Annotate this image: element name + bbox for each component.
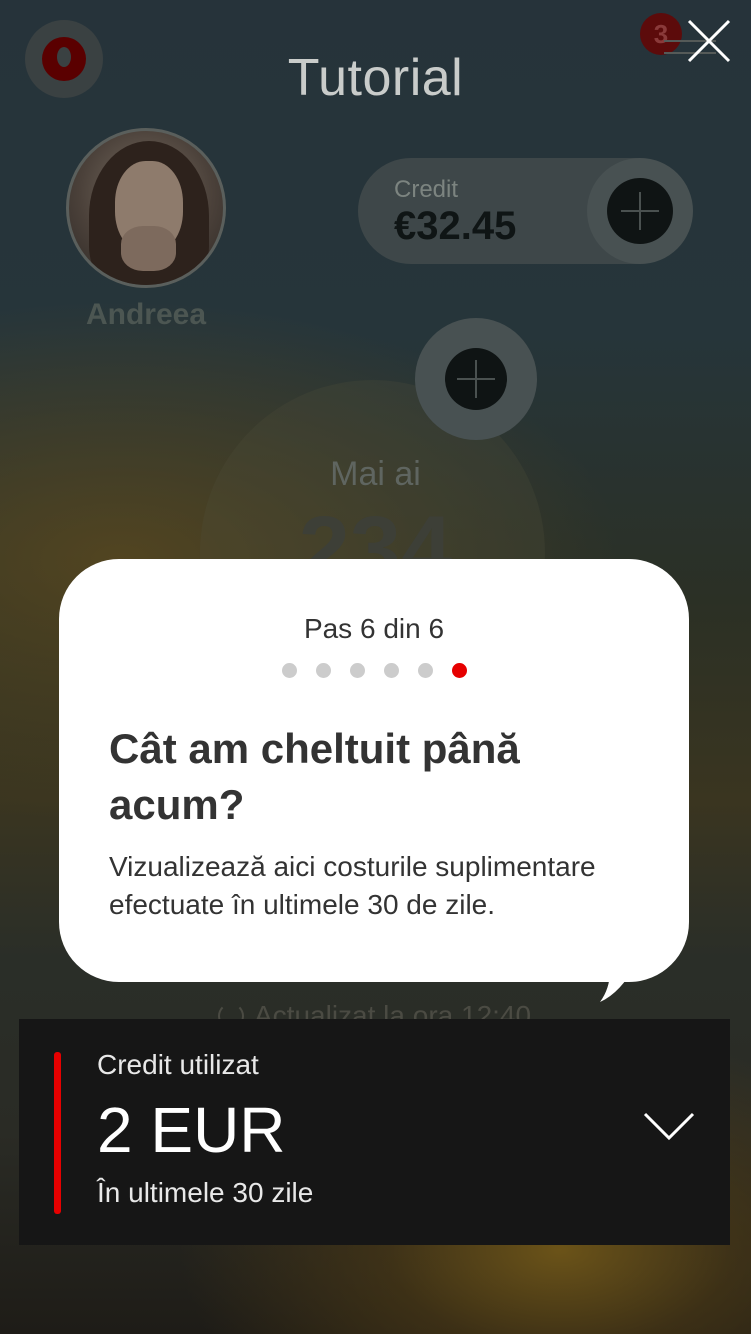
step-dot <box>384 663 399 678</box>
credit-balance[interactable]: Credit €32.45 <box>358 158 693 264</box>
spent-amount: 2 EUR <box>97 1094 286 1166</box>
tutorial-tooltip: Pas 6 din 6 Cât am cheltuit până acum? V… <box>59 559 689 982</box>
plus-icon <box>607 178 673 244</box>
add-credit-button[interactable] <box>587 158 693 264</box>
user-name: Andreea <box>85 298 207 331</box>
spent-credit-card[interactable]: Credit utilizat 2 EUR În ultimele 30 zil… <box>19 1019 730 1245</box>
spent-period: În ultimele 30 zile <box>97 1177 314 1208</box>
step-indicator-text: Pas 6 din 6 <box>303 613 445 644</box>
step-dot <box>316 663 331 678</box>
step-dot <box>418 663 433 678</box>
avatar[interactable] <box>66 128 226 288</box>
close-icon[interactable] <box>685 17 733 65</box>
remaining-label: Mai ai <box>330 455 421 493</box>
credit-label: Credit <box>394 176 459 203</box>
add-button[interactable] <box>415 318 537 440</box>
step-dot-active <box>452 663 467 678</box>
tutorial-body: Vizualizează aici costurile suplimentare… <box>109 851 596 920</box>
credit-value: €32.45 <box>394 204 517 248</box>
page-title: Tutorial <box>287 49 464 107</box>
step-dot <box>282 663 297 678</box>
accent-bar <box>54 1052 61 1214</box>
spent-label: Credit utilizat <box>97 1049 259 1080</box>
step-dots <box>282 663 467 679</box>
step-dot <box>350 663 365 678</box>
tooltip-tail <box>596 950 642 1002</box>
plus-icon <box>445 348 507 410</box>
tutorial-title: Cât am cheltuit până acum? <box>109 725 520 828</box>
chevron-down-icon[interactable] <box>643 1111 695 1141</box>
